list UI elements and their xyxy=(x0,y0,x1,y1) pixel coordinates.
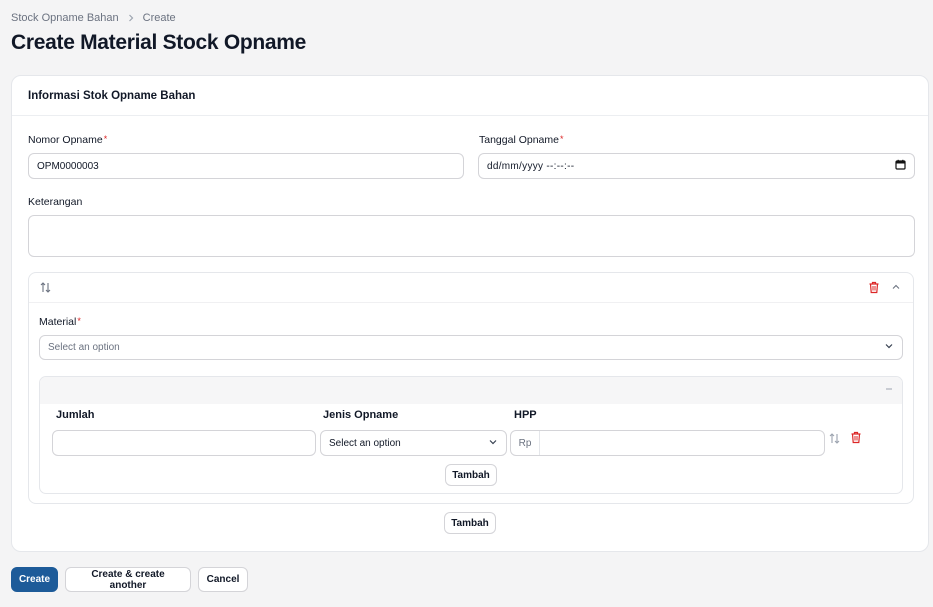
info-section-card: Informasi Stok Opname Bahan Nomor Opname… xyxy=(11,75,929,552)
chevron-down-icon xyxy=(488,437,498,450)
collapse-icon[interactable] xyxy=(885,386,893,392)
tanggal-opname-label: Tanggal Opname* xyxy=(479,134,564,146)
form-actions: Create Create & create another Cancel xyxy=(11,567,248,592)
keterangan-textarea[interactable] xyxy=(28,215,915,257)
create-button[interactable]: Create xyxy=(11,567,58,592)
breadcrumb-parent-link[interactable]: Stock Opname Bahan xyxy=(11,12,119,24)
tanggal-opname-input[interactable]: dd/mm/yyyy --:--:-- xyxy=(478,153,915,179)
tanggal-opname-placeholder: dd/mm/yyyy --:--:-- xyxy=(487,160,575,172)
reorder-icon[interactable] xyxy=(828,432,841,445)
required-mark: * xyxy=(559,134,564,144)
jenis-opname-select[interactable]: Select an option xyxy=(320,430,507,456)
chevron-up-icon[interactable] xyxy=(891,282,901,292)
repeater-item-header xyxy=(29,273,913,303)
required-mark: * xyxy=(77,316,81,326)
opname-detail-table: Jumlah Jenis Opname HPP Select an option… xyxy=(39,376,903,494)
page-title: Create Material Stock Opname xyxy=(11,31,307,54)
nomor-opname-input[interactable]: OPM0000003 xyxy=(28,153,464,179)
chevron-right-icon xyxy=(127,11,135,25)
column-header-hpp: HPP xyxy=(514,409,537,421)
material-select[interactable]: Select an option xyxy=(39,335,903,360)
trash-icon[interactable] xyxy=(868,281,880,294)
section-title: Informasi Stok Opname Bahan xyxy=(12,76,928,116)
breadcrumb: Stock Opname Bahan Create xyxy=(11,11,176,25)
trash-icon[interactable] xyxy=(850,431,862,444)
column-header-jumlah: Jumlah xyxy=(56,409,95,421)
tambah-material-button[interactable]: Tambah xyxy=(444,512,496,534)
breadcrumb-current: Create xyxy=(142,12,176,24)
material-repeater-item: Material* Select an option Jumlah Jenis … xyxy=(28,272,914,504)
calendar-icon[interactable] xyxy=(895,159,906,173)
hpp-currency-prefix: Rp xyxy=(511,431,540,455)
cancel-button[interactable]: Cancel xyxy=(198,567,248,592)
jenis-opname-placeholder: Select an option xyxy=(329,437,401,449)
column-header-jenis-opname: Jenis Opname xyxy=(323,409,399,421)
jumlah-input[interactable] xyxy=(52,430,316,456)
nomor-opname-value: OPM0000003 xyxy=(37,160,99,172)
material-select-placeholder: Select an option xyxy=(48,342,120,353)
required-mark: * xyxy=(103,134,108,144)
hpp-input[interactable]: Rp xyxy=(510,430,825,456)
reorder-icon[interactable] xyxy=(39,281,52,294)
tambah-detail-button[interactable]: Tambah xyxy=(445,464,497,486)
keterangan-label: Keterangan xyxy=(28,196,83,208)
detail-table-header xyxy=(40,377,902,404)
material-label: Material* xyxy=(39,316,81,328)
chevron-down-icon xyxy=(884,341,894,354)
create-and-create-another-button[interactable]: Create & create another xyxy=(65,567,191,592)
nomor-opname-label: Nomor Opname* xyxy=(28,134,108,146)
